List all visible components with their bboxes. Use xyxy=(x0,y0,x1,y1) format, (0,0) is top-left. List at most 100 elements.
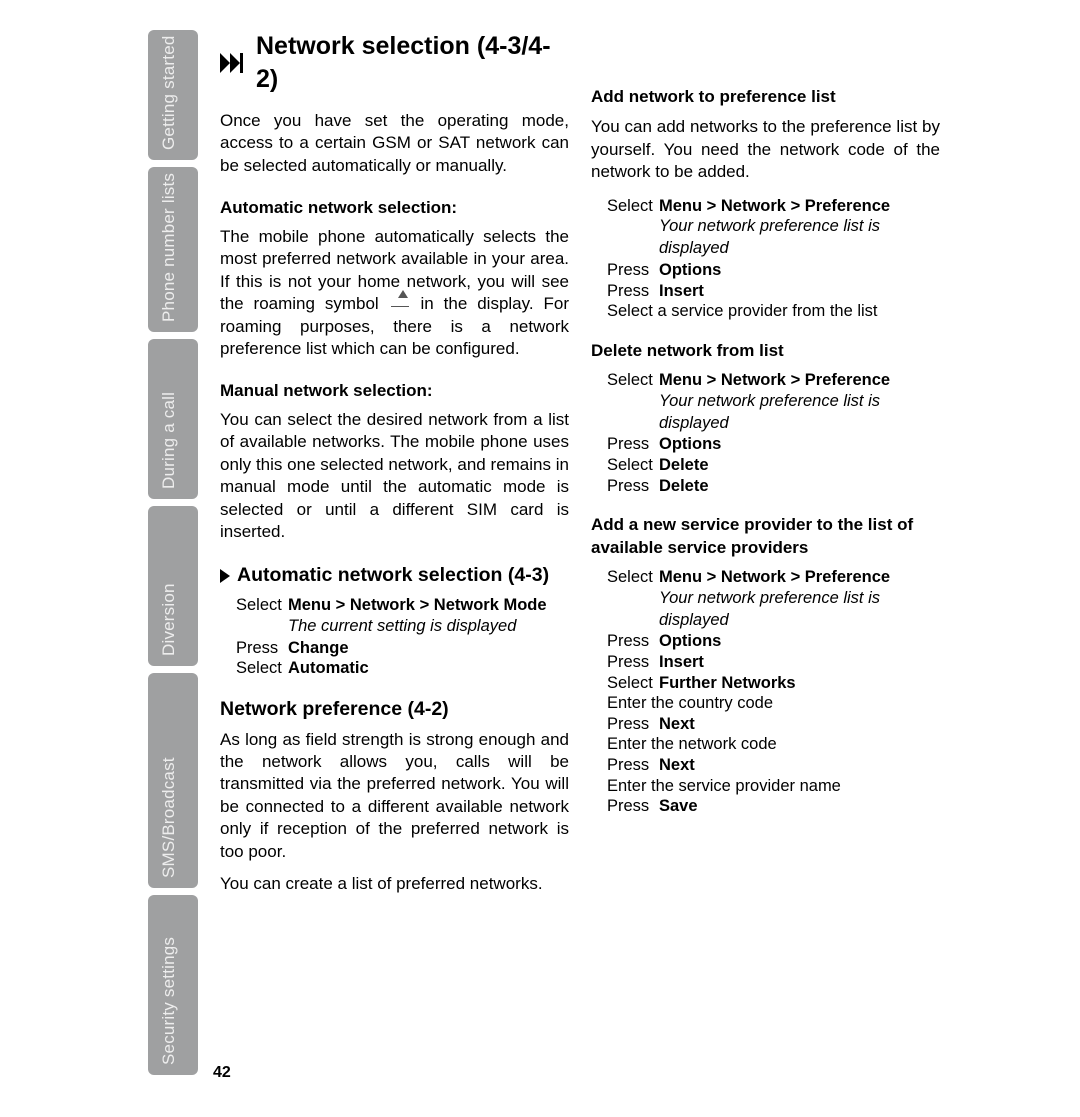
step-row: PressNext xyxy=(607,714,940,735)
step-plain: Enter the network code xyxy=(607,734,940,755)
step-action: Press xyxy=(607,281,659,302)
step-action: Press xyxy=(607,652,659,673)
step-value: Delete xyxy=(659,476,709,497)
step-action: Press xyxy=(607,631,659,652)
add-body: You can add networks to the preference l… xyxy=(591,116,940,183)
step-action: Select xyxy=(607,455,659,476)
step-note: Your network preference list is displaye… xyxy=(607,391,940,435)
step-row: SelectMenu > Network > Preference xyxy=(607,567,940,588)
manual-heading: Manual network selection: xyxy=(220,380,569,402)
tab-label: During a call xyxy=(159,392,179,489)
step-row: SelectMenu > Network > Network Mode xyxy=(236,595,569,616)
step-value: Save xyxy=(659,796,698,817)
step-action: Press xyxy=(607,434,659,455)
step-row: PressSave xyxy=(607,796,940,817)
addprov-heading: Add a new service provider to the list o… xyxy=(591,514,940,559)
auto43-heading: Automatic network selection (4-3) xyxy=(220,563,569,589)
step-action: Select xyxy=(607,673,659,694)
step-row: SelectDelete xyxy=(607,455,940,476)
auto43-title: Automatic network selection (4-3) xyxy=(237,563,549,589)
section-tabs: Getting started Phone number lists Durin… xyxy=(148,30,198,1085)
page-number: 42 xyxy=(213,1064,231,1082)
step-plain: Enter the country code xyxy=(607,693,940,714)
step-value: Insert xyxy=(659,652,704,673)
auto-body: The mobile phone automatically selects t… xyxy=(220,226,569,361)
step-value: Options xyxy=(659,631,721,652)
step-plain: Select a service provider from the list xyxy=(607,301,940,322)
step-action: Select xyxy=(236,658,288,679)
step-row: PressOptions xyxy=(607,434,940,455)
auto43-steps: SelectMenu > Network > Network ModeThe c… xyxy=(220,595,569,679)
step-row: SelectFurther Networks xyxy=(607,673,940,694)
step-value: Menu > Network > Preference xyxy=(659,370,890,391)
step-value: Insert xyxy=(659,281,704,302)
step-row: PressInsert xyxy=(607,652,940,673)
tab-sms-broadcast[interactable]: SMS/Broadcast xyxy=(148,673,198,888)
step-action: Press xyxy=(236,638,288,659)
tab-diversion[interactable]: Diversion xyxy=(148,506,198,666)
step-note: The current setting is displayed xyxy=(236,616,569,638)
step-value: Menu > Network > Preference xyxy=(659,196,890,217)
pref-heading: Network preference (4-2) xyxy=(220,697,569,723)
intro-text: Once you have set the operating mode, ac… xyxy=(220,110,569,177)
step-value: Further Networks xyxy=(659,673,796,694)
step-action: Press xyxy=(607,714,659,735)
step-value: Automatic xyxy=(288,658,369,679)
title-text: Network selection (4-3/4-2) xyxy=(256,30,569,96)
step-row: PressNext xyxy=(607,755,940,776)
tab-label: Diversion xyxy=(159,583,179,656)
page-content: Network selection (4-3/4-2) Once you hav… xyxy=(220,30,940,916)
manual-body: You can select the desired network from … xyxy=(220,409,569,544)
step-action: Select xyxy=(607,370,659,391)
tab-getting-started[interactable]: Getting started xyxy=(148,30,198,160)
tab-phone-number-lists[interactable]: Phone number lists xyxy=(148,167,198,332)
tab-during-a-call[interactable]: During a call xyxy=(148,339,198,499)
addprov-steps: SelectMenu > Network > PreferenceYour ne… xyxy=(591,567,940,817)
roaming-icon xyxy=(391,294,409,307)
step-note: Your network preference list is displaye… xyxy=(607,588,940,632)
step-value: Next xyxy=(659,714,695,735)
delete-steps: SelectMenu > Network > PreferenceYour ne… xyxy=(591,370,940,496)
auto-heading: Automatic network selection: xyxy=(220,197,569,219)
pref-body1: As long as field strength is strong enou… xyxy=(220,729,569,864)
column-right: Add network to preference list You can a… xyxy=(591,30,940,916)
step-action: Select xyxy=(607,196,659,217)
tab-label: SMS/Broadcast xyxy=(159,757,179,878)
step-plain: Enter the service provider name xyxy=(607,776,940,797)
step-row: SelectMenu > Network > Preference xyxy=(607,196,940,217)
triangle-icon xyxy=(220,569,230,583)
step-row: PressInsert xyxy=(607,281,940,302)
step-row: SelectMenu > Network > Preference xyxy=(607,370,940,391)
step-value: Change xyxy=(288,638,349,659)
step-value: Next xyxy=(659,755,695,776)
step-value: Menu > Network > Preference xyxy=(659,567,890,588)
step-action: Press xyxy=(607,755,659,776)
manual-page: Getting started Phone number lists Durin… xyxy=(0,0,1080,1117)
step-note: Your network preference list is displaye… xyxy=(607,216,940,260)
step-action: Press xyxy=(607,796,659,817)
step-row: PressDelete xyxy=(607,476,940,497)
fast-forward-icon xyxy=(220,53,244,73)
column-left: Network selection (4-3/4-2) Once you hav… xyxy=(220,30,569,916)
step-row: PressOptions xyxy=(607,260,940,281)
page-title: Network selection (4-3/4-2) xyxy=(220,30,569,96)
step-action: Select xyxy=(236,595,288,616)
add-steps: SelectMenu > Network > PreferenceYour ne… xyxy=(591,196,940,322)
step-value: Options xyxy=(659,260,721,281)
step-row: PressOptions xyxy=(607,631,940,652)
step-row: PressChange xyxy=(236,638,569,659)
tab-label: Security settings xyxy=(159,937,179,1065)
tab-label: Getting started xyxy=(159,35,179,150)
step-action: Press xyxy=(607,476,659,497)
step-row: SelectAutomatic xyxy=(236,658,569,679)
step-value: Delete xyxy=(659,455,709,476)
tab-security-settings[interactable]: Security settings xyxy=(148,895,198,1075)
step-value: Menu > Network > Network Mode xyxy=(288,595,547,616)
tab-label: Phone number lists xyxy=(159,173,179,322)
step-action: Press xyxy=(607,260,659,281)
step-value: Options xyxy=(659,434,721,455)
add-heading: Add network to preference list xyxy=(591,86,940,108)
step-action: Select xyxy=(607,567,659,588)
pref-body2: You can create a list of preferred netwo… xyxy=(220,873,569,895)
delete-heading: Delete network from list xyxy=(591,340,940,362)
